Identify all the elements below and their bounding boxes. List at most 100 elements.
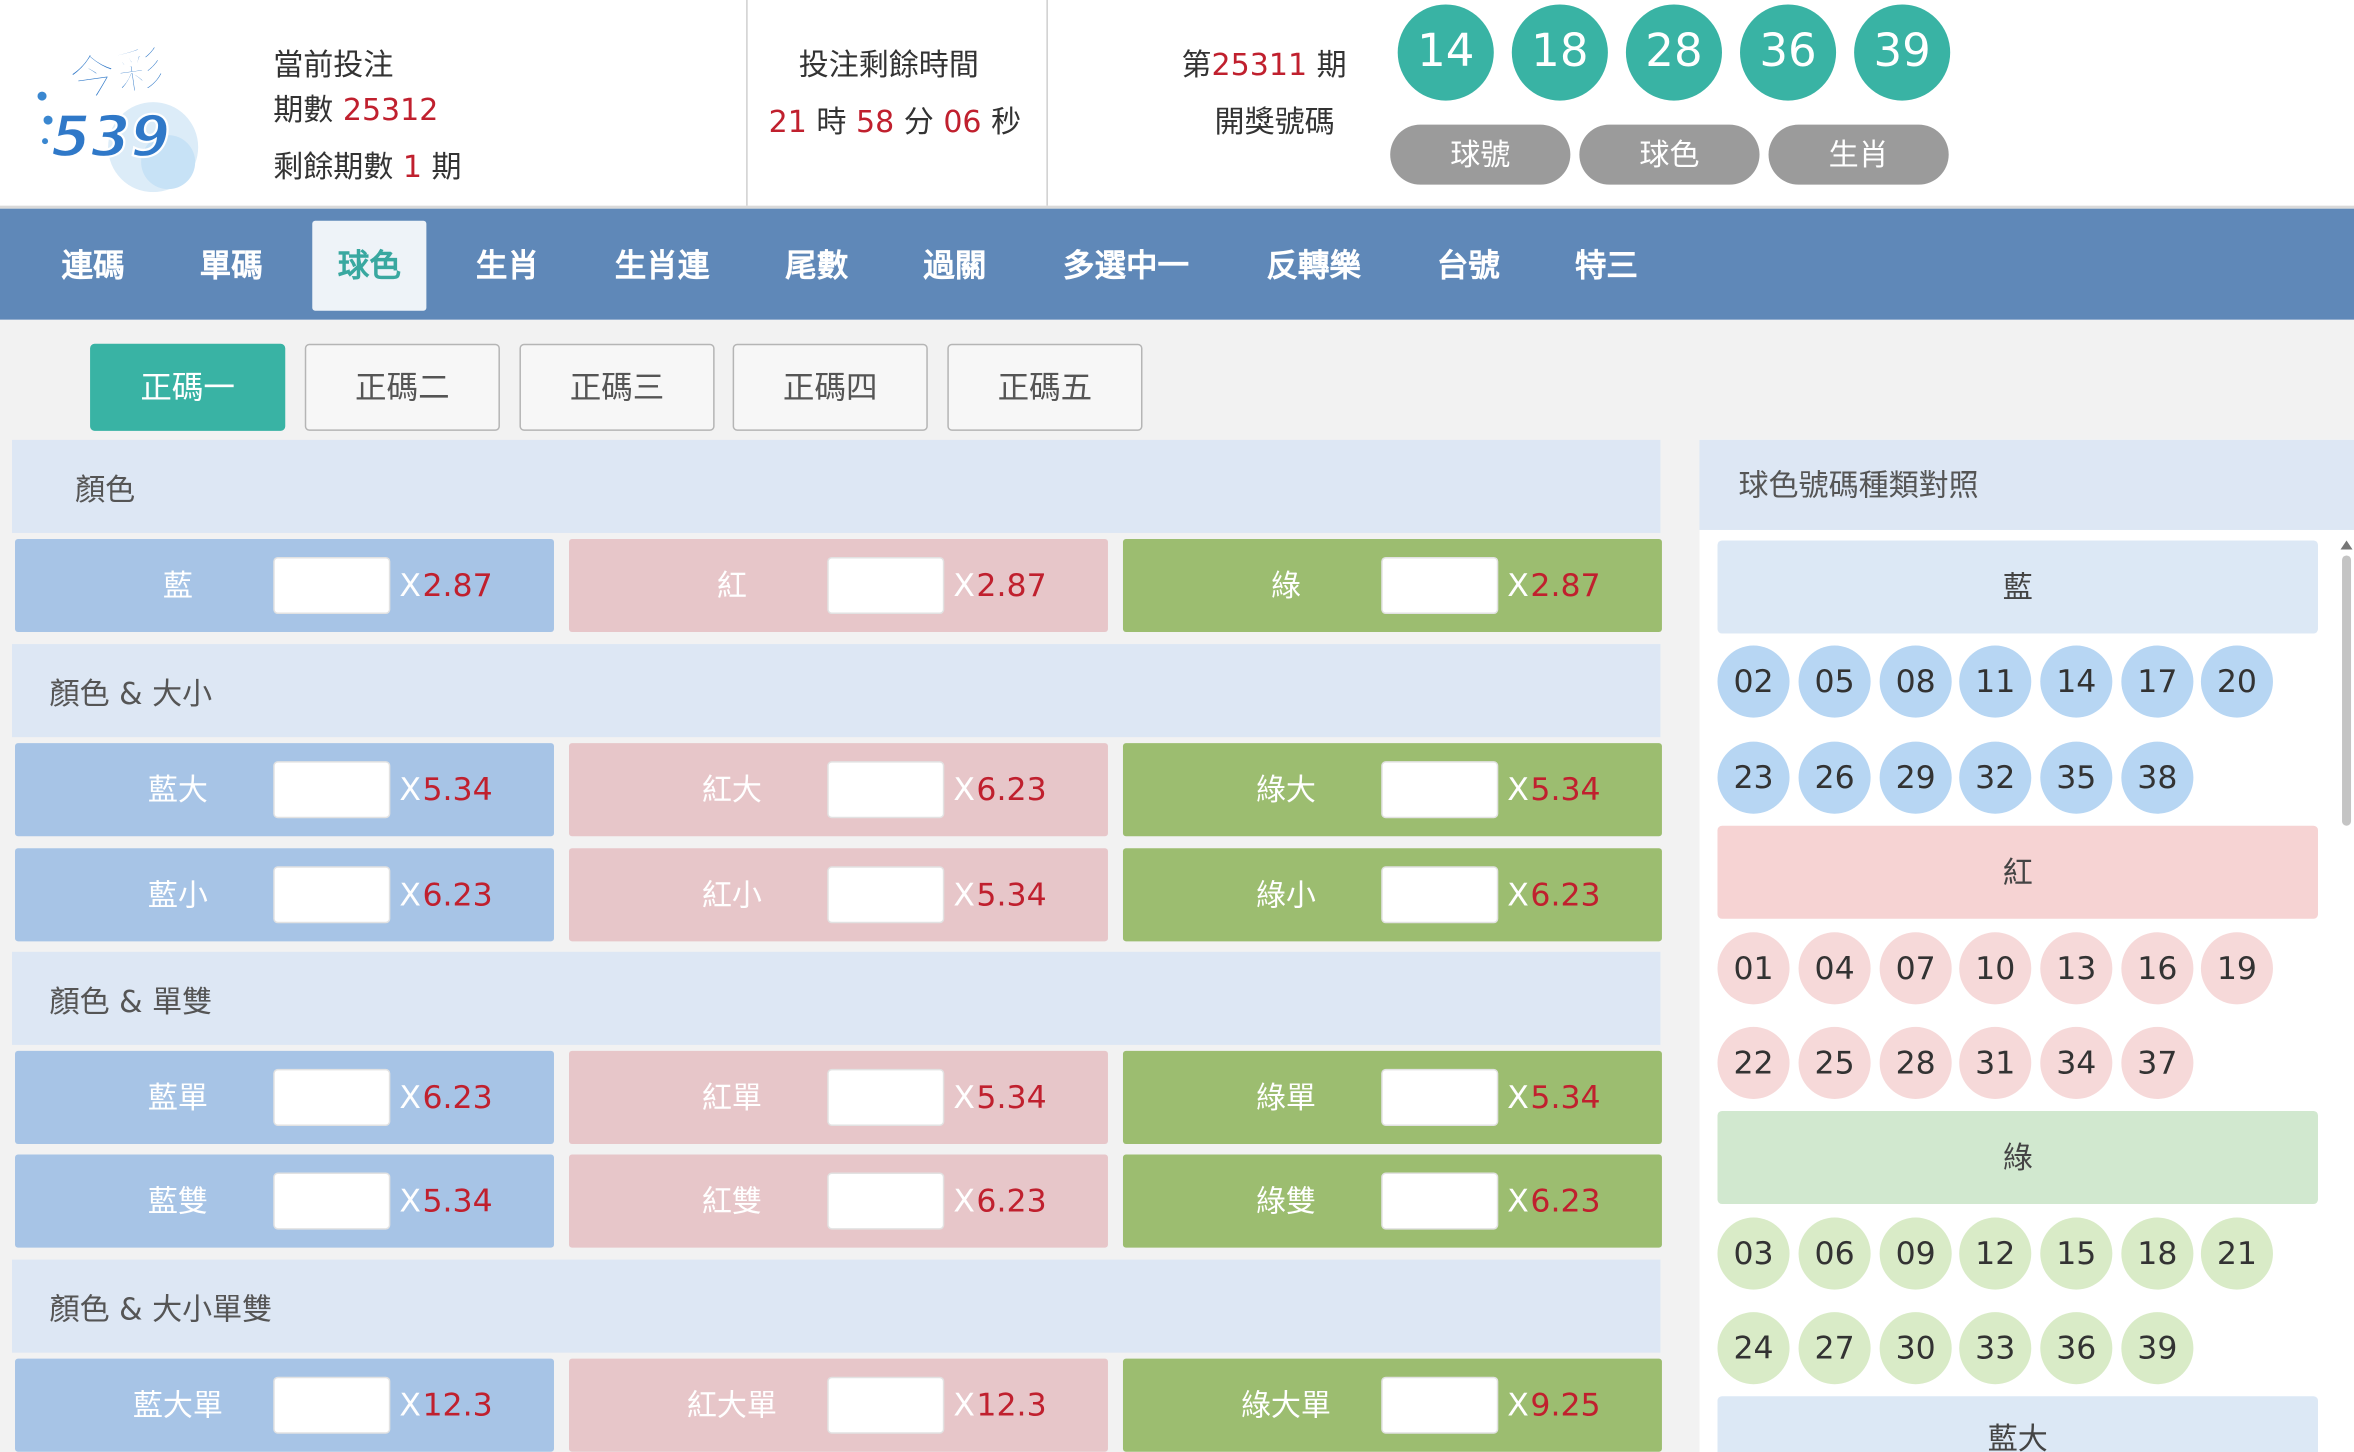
ball-number: 16 (2121, 932, 2194, 1005)
odds: X6.23 (399, 1079, 493, 1116)
view-zodiac-button[interactable]: 生肖 (1768, 124, 1949, 185)
nav-tab[interactable]: 台號 (1411, 221, 1525, 311)
bet-amount-input[interactable] (1381, 1068, 1499, 1126)
section-header: 顏色 & 大小 (12, 644, 1661, 738)
scrollbar[interactable] (2339, 540, 2354, 840)
ball-number: 15 (2040, 1217, 2113, 1290)
odds: X5.34 (399, 771, 493, 808)
bet-cell: 綠大 X5.34 (1122, 743, 1662, 837)
hours-unit: 時 (816, 103, 847, 140)
ball-number: 04 (1798, 932, 1871, 1005)
bet-amount-input[interactable] (1381, 866, 1499, 924)
odds: X6.23 (1507, 1183, 1601, 1220)
minutes-unit: 分 (903, 103, 934, 140)
group-header-blue: 藍 (1717, 540, 2319, 634)
odds: X2.87 (953, 567, 1047, 604)
ball-number: 27 (1798, 1312, 1871, 1385)
bet-cell: 紅大 X6.23 (568, 743, 1108, 837)
subtab-active[interactable]: 正碼一 (90, 343, 286, 431)
nav-tab[interactable]: 過關 (895, 221, 1015, 311)
divider (746, 0, 748, 206)
bet-amount-input[interactable] (273, 1172, 391, 1230)
subtab[interactable]: 正碼三 (519, 343, 715, 431)
nav-tab-active[interactable]: 球色 (312, 220, 427, 311)
ball-number: 17 (2121, 645, 2194, 718)
nav-tab[interactable]: 連碼 (33, 221, 153, 311)
odds: X5.34 (1507, 1079, 1601, 1116)
view-ball-number-button[interactable]: 球號 (1390, 124, 1571, 185)
nav-tab[interactable]: 多選中一 (1042, 221, 1210, 311)
odds: X6.23 (953, 771, 1047, 808)
ball-number: 32 (1959, 741, 2032, 814)
period-value: 25312 (342, 91, 439, 128)
scrollbar-thumb[interactable] (2342, 555, 2352, 826)
bet-amount-input[interactable] (827, 761, 945, 819)
subtab[interactable]: 正碼二 (304, 343, 500, 431)
ball-number: 37 (2121, 1026, 2194, 1099)
view-ball-color-button[interactable]: 球色 (1579, 124, 1760, 185)
ball-number: 13 (2040, 932, 2113, 1005)
bet-amount-input[interactable] (827, 1376, 945, 1434)
bet-amount-input[interactable] (1381, 1172, 1499, 1230)
reference-title: 球色號碼種類對照 (1699, 439, 2354, 530)
subtab[interactable]: 正碼五 (947, 343, 1143, 431)
bet-cell: 紅小 X5.34 (568, 848, 1108, 942)
main-nav: 連碼 單碼 球色 生肖 生肖連 尾數 過關 多選中一 反轉樂 台號 特三 (0, 208, 2354, 320)
ball-number: 26 (1798, 741, 1871, 814)
bet-cell: 紅雙 X6.23 (568, 1154, 1108, 1248)
bet-amount-input[interactable] (273, 866, 391, 924)
nav-tab[interactable]: 特三 (1549, 221, 1663, 311)
bet-cell: 綠大單 X9.25 (1122, 1358, 1662, 1452)
bet-amount-input[interactable] (827, 1172, 945, 1230)
bet-cell: 藍大 X5.34 (15, 743, 554, 837)
bet-amount-input[interactable] (1381, 761, 1499, 819)
ball-number: 22 (1717, 1026, 1790, 1099)
nav-tab[interactable]: 尾數 (757, 221, 877, 311)
bet-cell: 綠小 X6.23 (1122, 848, 1662, 942)
ball-number: 23 (1717, 741, 1790, 814)
bet-amount-input[interactable] (827, 1068, 945, 1126)
group-header-blue-big: 藍大 (1717, 1396, 2319, 1452)
ball-number: 21 (2200, 1217, 2273, 1290)
svg-text:今彩: 今彩 (65, 40, 168, 109)
ball-number: 39 (2121, 1312, 2194, 1385)
bet-amount-input[interactable] (273, 1376, 391, 1434)
odds: X6.23 (1507, 876, 1601, 913)
color-reference-panel: 球色號碼種類對照 藍 02 05 08 11 14 17 20 23 26 29… (1699, 439, 2354, 1452)
bet-amount-input[interactable] (827, 556, 945, 615)
countdown-seconds: 06 (943, 103, 982, 140)
subtab[interactable]: 正碼四 (732, 343, 928, 431)
ball-number: 18 (2121, 1217, 2194, 1290)
nav-tab[interactable]: 反轉樂 (1240, 221, 1387, 311)
odds: X12.3 (953, 1387, 1047, 1424)
draw-prefix: 第 (1181, 46, 1212, 83)
draw-period-value: 25311 (1211, 46, 1308, 83)
bet-cell: 藍小 X6.23 (15, 848, 554, 942)
nav-tab[interactable]: 單碼 (171, 221, 291, 311)
ball-number: 12 (1959, 1217, 2032, 1290)
bet-amount-input[interactable] (273, 556, 391, 615)
ball-number: 30 (1879, 1312, 1952, 1385)
bet-cell: 藍單 X6.23 (15, 1050, 554, 1144)
bet-amount-input[interactable] (827, 866, 945, 924)
ball-number: 33 (1959, 1312, 2032, 1385)
content-area: 正碼一 正碼二 正碼三 正碼四 正碼五 顏色 藍 X2.87 紅 X2.87 綠… (0, 319, 2354, 1452)
bet-cell: 藍 X2.87 (15, 538, 554, 633)
bet-amount-input[interactable] (1381, 1376, 1499, 1434)
period-info: 期數 25312 (273, 89, 438, 131)
countdown-hours: 21 (768, 103, 807, 140)
odds: X6.23 (953, 1183, 1047, 1220)
bet-amount-input[interactable] (1381, 556, 1499, 615)
nav-tab[interactable]: 生肖 (447, 221, 567, 311)
lottery-logo[interactable]: 今彩 539 (30, 18, 213, 193)
group-header-green: 綠 (1717, 1110, 2319, 1205)
ball-number: 38 (2121, 741, 2194, 814)
bet-cell: 紅大單 X12.3 (568, 1358, 1108, 1452)
draw-label: 開獎號碼 (1214, 103, 1335, 140)
bet-amount-input[interactable] (273, 1068, 391, 1126)
scroll-up-icon[interactable] (2340, 540, 2353, 550)
nav-tab[interactable]: 生肖連 (595, 221, 730, 311)
page: 今彩 539 當前投注 期數 25312 剩餘期數 1 期 投注剩餘時間 21 … (0, 0, 2354, 1452)
bet-amount-input[interactable] (273, 761, 391, 819)
odds: X9.25 (1507, 1387, 1601, 1424)
